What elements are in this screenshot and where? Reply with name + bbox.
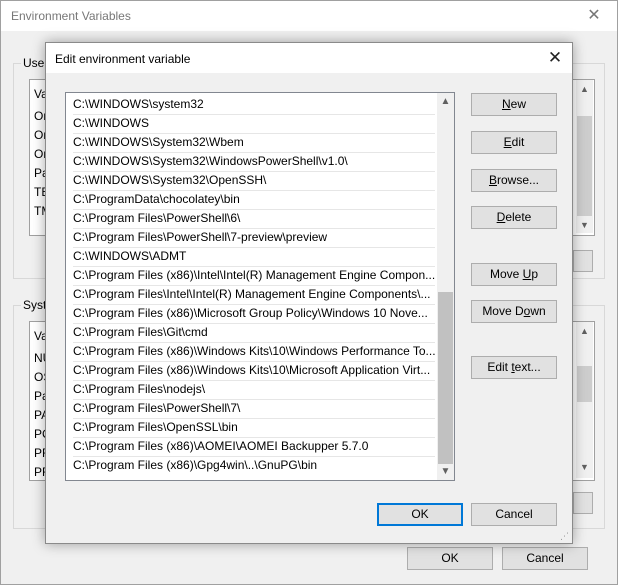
move-down-button[interactable]: Move Down: [471, 300, 557, 323]
path-entry[interactable]: C:\Program Files\nodejs\: [73, 380, 435, 400]
path-entry[interactable]: C:\Program Files (x86)\Intel\Intel(R) Ma…: [73, 266, 435, 286]
chevron-up-icon[interactable]: ▲: [576, 326, 593, 336]
path-entry[interactable]: C:\Program Files (x86)\Microsoft Group P…: [73, 304, 435, 324]
new-button-label-post: ew: [510, 97, 526, 111]
new-button[interactable]: New: [471, 93, 557, 116]
browse-button[interactable]: Browse...: [471, 169, 557, 192]
path-list-scroll-thumb[interactable]: [438, 292, 453, 464]
edit-button[interactable]: Edit: [471, 131, 557, 154]
move-up-button[interactable]: Move Up: [471, 263, 557, 286]
path-entry[interactable]: C:\Program Files (x86)\Gpg4win\..\GnuPG\…: [73, 456, 435, 475]
edit-text-button[interactable]: Edit text...: [471, 356, 557, 379]
parent-ok-button[interactable]: OK: [407, 547, 493, 570]
move-down-button-label-post: wn: [530, 304, 546, 318]
path-entry[interactable]: C:\Program Files (x86)\Windows Kits\10\M…: [73, 361, 435, 381]
ok-button[interactable]: OK: [377, 503, 463, 526]
path-entry[interactable]: C:\Program Files\Git\cmd: [73, 323, 435, 343]
path-entry[interactable]: C:\ProgramData\chocolatey\bin: [73, 190, 435, 210]
browse-button-label-mnemonic: B: [488, 173, 497, 187]
delete-button-label-mnemonic: D: [496, 210, 506, 224]
edit-text-button-label-post: ext...: [514, 360, 541, 374]
path-entry[interactable]: C:\WINDOWS\System32\Wbem: [73, 133, 435, 153]
dialog-title: Edit environment variable: [55, 52, 191, 66]
chevron-down-icon[interactable]: ▼: [576, 462, 593, 472]
parent-cancel-button[interactable]: Cancel: [502, 547, 588, 570]
path-entry[interactable]: C:\Program Files (x86)\Windows Kits\10\W…: [73, 342, 435, 362]
close-icon[interactable]: ✕: [538, 43, 572, 73]
system-delete-button-partial[interactable]: [573, 492, 593, 514]
path-entries-list[interactable]: C:\WINDOWS\system32 C:\WINDOWS C:\WINDOWS\…: [65, 92, 455, 481]
user-list-scroll-thumb[interactable]: [577, 116, 592, 216]
cancel-button[interactable]: Cancel: [471, 503, 557, 526]
path-entry[interactable]: C:\Program Files\Intel\Intel(R) Manageme…: [73, 285, 435, 305]
move-down-button-label-pre: Move D: [482, 304, 524, 318]
parent-close-icon[interactable]: ✕: [571, 1, 617, 31]
path-entry[interactable]: C:\WINDOWS\system32: [73, 95, 435, 115]
delete-button[interactable]: Delete: [471, 206, 557, 229]
system-list-scrollbar[interactable]: ▲ ▼: [576, 322, 593, 478]
system-list-scroll-thumb[interactable]: [577, 366, 592, 402]
parent-window-title: Environment Variables: [11, 9, 131, 23]
path-entry[interactable]: C:\Program Files\OpenSSL\bin: [73, 418, 435, 438]
edit-environment-variable-dialog: Edit environment variable ✕ C:\WINDOWS\s…: [45, 42, 573, 544]
chevron-down-icon[interactable]: ▼: [437, 463, 454, 480]
edit-text-button-label-pre: Edit: [487, 360, 512, 374]
path-entry[interactable]: C:\WINDOWS\System32\WindowsPowerShell\v1…: [73, 152, 435, 172]
move-up-button-label-pre: Move: [489, 267, 523, 281]
path-entry[interactable]: C:\WINDOWS\System32\OpenSSH\: [73, 171, 435, 191]
move-up-button-label-post: p: [531, 267, 539, 281]
user-delete-button-partial[interactable]: [573, 250, 593, 272]
path-entry[interactable]: C:\Program Files\PowerShell\6\: [73, 209, 435, 229]
new-button-label-mnemonic: N: [501, 97, 511, 111]
resize-grip-icon[interactable]: ⋰: [560, 531, 570, 541]
parent-titlebar: Environment Variables ✕: [1, 1, 617, 31]
edit-button-label-mnemonic: E: [503, 135, 512, 149]
path-entry[interactable]: C:\Program Files\PowerShell\7-preview\pr…: [73, 228, 435, 248]
browse-button-label-post: rowse...: [497, 173, 540, 187]
path-entry[interactable]: C:\Program Files (x86)\AOMEI\AOMEI Backu…: [73, 437, 435, 457]
user-list-scrollbar[interactable]: ▲ ▼: [576, 80, 593, 233]
chevron-up-icon[interactable]: ▲: [437, 93, 454, 110]
path-entry[interactable]: C:\WINDOWS: [73, 114, 435, 134]
chevron-down-icon[interactable]: ▼: [576, 220, 593, 230]
path-entry[interactable]: C:\WINDOWS\ADMT: [73, 247, 435, 267]
edit-button-label-post: dit: [511, 135, 525, 149]
dialog-titlebar: Edit environment variable ✕: [46, 43, 572, 73]
delete-button-label-post: elete: [505, 210, 532, 224]
path-list-scrollbar[interactable]: ▲ ▼: [437, 93, 454, 480]
path-entry[interactable]: C:\Program Files\PowerShell\7\: [73, 399, 435, 419]
chevron-up-icon[interactable]: ▲: [576, 84, 593, 94]
